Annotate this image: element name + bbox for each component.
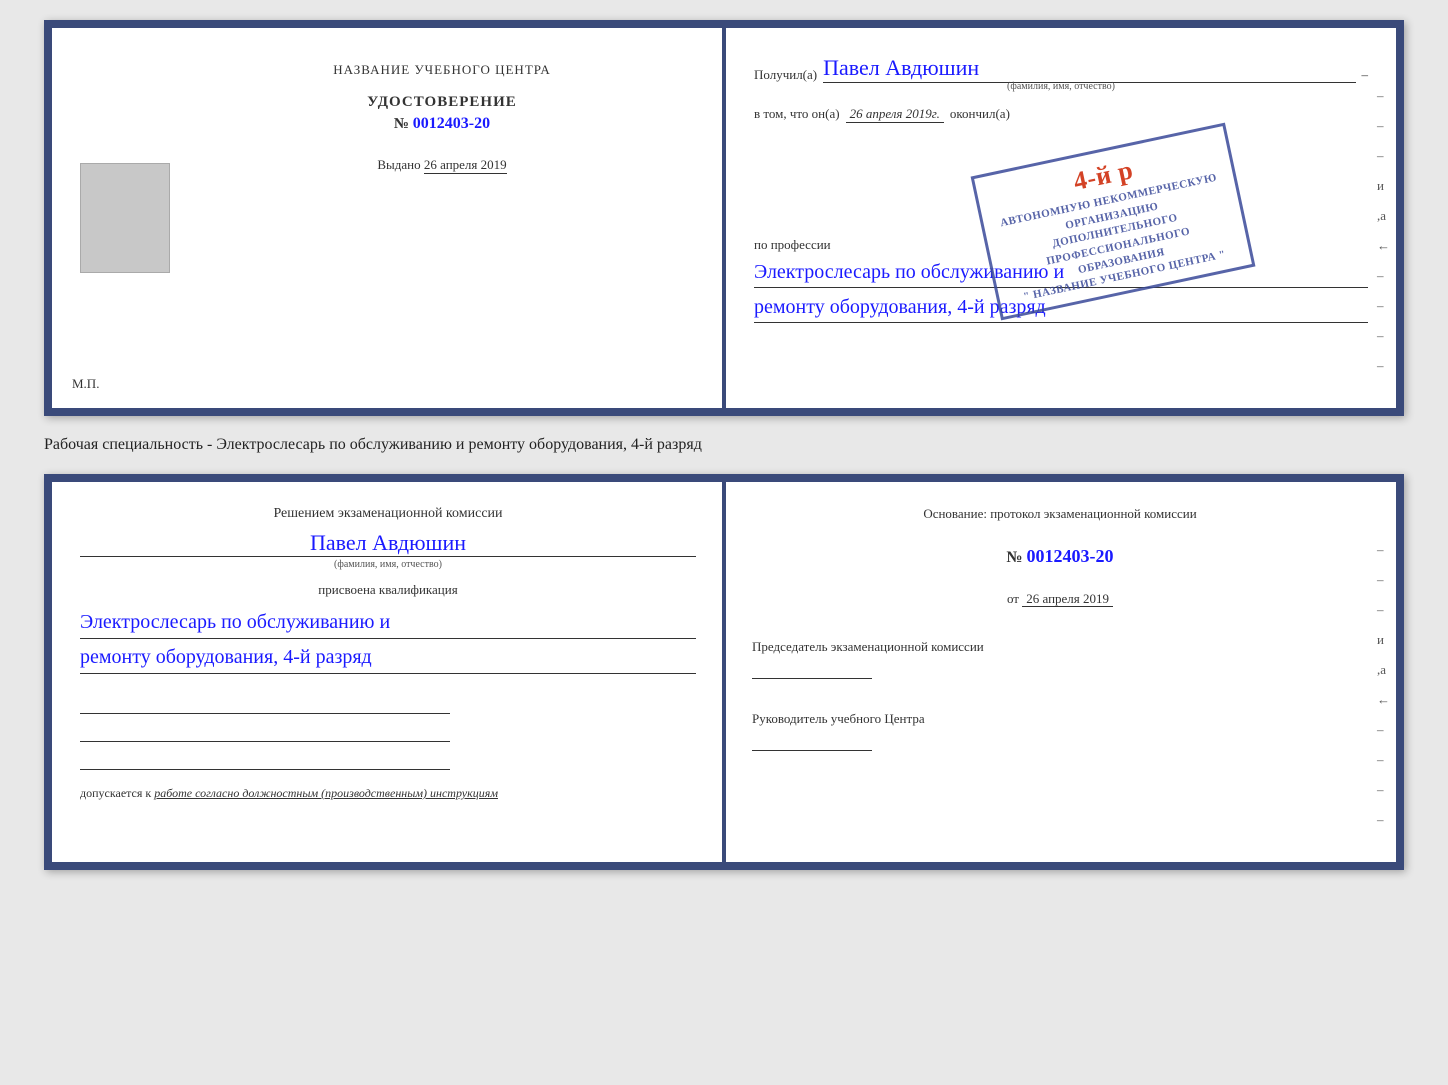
- confirmation-line: в том, что он(а) 26 апреля 2019г. окончи…: [754, 106, 1368, 123]
- bottom-right-page: Основание: протокол экзаменационной коми…: [724, 482, 1396, 862]
- specialty-text: Рабочая специальность - Электрослесарь п…: [44, 436, 1404, 454]
- recipient-line: Получил(а) Павел Авдюшин –: [754, 56, 1368, 83]
- qualification-text-line2: ремонту оборудования, 4-й разряд: [80, 641, 696, 674]
- chairman-title: Председатель экзаменационной комиссии: [752, 639, 1368, 679]
- basis-date: от 26 апреля 2019: [752, 591, 1368, 607]
- recipient-name-top: Павел Авдюшин: [823, 56, 1355, 83]
- basis-number: № 0012403-20: [752, 546, 1368, 567]
- bottom-left-page: Решением экзаменационной комиссии Павел …: [52, 482, 724, 862]
- issued-date: Выдано 26 апреля 2019: [377, 157, 506, 173]
- certificate-label: УДОСТОВЕРЕНИЕ: [367, 94, 517, 111]
- recipient-section: Получил(а) Павел Авдюшин – (фамилия, имя…: [754, 52, 1368, 92]
- person-name-sub-bottom: (фамилия, имя, отчество): [80, 559, 696, 570]
- cert-number-value: 0012403-20: [413, 115, 490, 132]
- signature-lines: [80, 694, 696, 770]
- allowed-italic-text: работе согласно должностным (производств…: [154, 786, 498, 800]
- basis-number-value: 0012403-20: [1027, 546, 1114, 566]
- profession-text-line1: Электрослесарь по обслуживанию и: [754, 257, 1368, 288]
- director-title: Руководитель учебного Центра: [752, 711, 1368, 751]
- bottom-right-content: Основание: протокол экзаменационной коми…: [752, 506, 1368, 751]
- top-right-page: Получил(а) Павел Авдюшин – (фамилия, имя…: [726, 28, 1396, 408]
- top-left-page: НАЗВАНИЕ УЧЕБНОГО ЦЕНТРА УДОСТОВЕРЕНИЕ №…: [52, 28, 726, 408]
- mp-label: М.П.: [72, 376, 99, 392]
- profession-label: по профессии: [754, 237, 1368, 253]
- institution-title-top: НАЗВАНИЕ УЧЕБНОГО ЦЕНТРА: [333, 62, 550, 78]
- confirmation-date: 26 апреля 2019г.: [846, 106, 944, 123]
- certificate-number-top: № 0012403-20: [394, 115, 490, 133]
- director-sig-block: [752, 733, 1368, 751]
- bottom-right-margin-dashes: – – – и ,а ← – – – –: [1377, 542, 1390, 828]
- chairman-sig-block: [752, 661, 1368, 679]
- photo-placeholder: [80, 163, 170, 273]
- bottom-document-spread: Решением экзаменационной комиссии Павел …: [44, 474, 1404, 870]
- stamp-number: 4-й р: [985, 134, 1221, 218]
- top-document-spread: НАЗВАНИЕ УЧЕБНОГО ЦЕНТРА УДОСТОВЕРЕНИЕ №…: [44, 20, 1404, 416]
- recipient-prefix: Получил(а): [754, 67, 817, 83]
- basis-text: Основание: протокол экзаменационной коми…: [752, 506, 1368, 522]
- profession-section: по профессии Электрослесарь по обслужива…: [754, 237, 1368, 323]
- profession-text-line2: ремонту оборудования, 4-й разряд: [754, 292, 1368, 323]
- qualification-label: присвоена квалификация: [80, 582, 696, 598]
- allowed-text: допускается к работе согласно должностны…: [80, 786, 696, 801]
- qualification-text-line1: Электрослесарь по обслуживанию и: [80, 606, 696, 639]
- commission-title: Решением экзаменационной комиссии: [80, 506, 696, 522]
- person-name-bottom: Павел Авдюшин: [80, 530, 696, 557]
- right-margin-dashes: – – – и ,а ← – – – –: [1377, 88, 1390, 374]
